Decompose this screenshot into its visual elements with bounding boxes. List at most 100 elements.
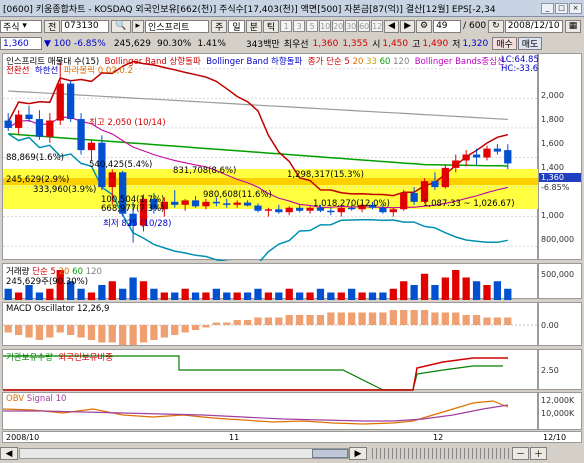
candle-body [46,120,54,137]
scrollbar-thumb[interactable] [312,449,348,458]
candle-body [389,209,397,213]
date-input[interactable]: 2008/12/10 [504,19,563,33]
sell-button[interactable]: 매도 [517,37,543,50]
volume-bar [285,288,293,300]
volume-bar [254,288,262,300]
scroll-left-icon[interactable]: ◀ [0,447,18,460]
window-title: [0600] 키움종합차트 - KOSDAQ 외국인보유[662(천)] 주식수… [3,4,496,15]
refresh-icon[interactable]: ↻ [488,19,504,33]
volume-bar [119,288,127,300]
volume-bar [212,288,221,300]
low-price: 1,320 [462,38,489,49]
code-type-button[interactable]: 전 [44,19,61,33]
macd-bar [316,315,325,325]
volume-bar [306,292,314,300]
stock-name-field[interactable]: 인스프리트 [145,19,210,33]
period-week-button[interactable]: 주 [211,19,228,33]
macd-bar [441,312,449,325]
macd-bar [233,320,241,325]
candle-body [472,154,481,158]
scroll-right-icon[interactable]: ▶ [349,447,367,460]
volume-bar [191,292,200,300]
macd-bar [191,325,200,330]
period-30-button[interactable]: 30 [345,20,358,32]
ask-price: 1,360 [312,38,339,49]
close-button[interactable]: × [569,2,582,14]
candle-body [191,200,200,207]
period-5-button[interactable]: 5 [306,20,319,32]
period-minute-button[interactable]: 분 [245,19,262,33]
axis-tick: 1,000 [541,211,564,220]
period-day-button[interactable]: 일 [228,19,245,33]
zoom-in-icon[interactable]: ▶ [400,19,415,33]
turnover-value: 1.41% [197,38,226,49]
volume-ratio: 90.30% [157,38,192,49]
volume-bar [493,281,502,300]
axis-tick: 12,000K [541,396,575,405]
volume-bar [504,288,512,300]
zoom-plus-icon[interactable]: ＋ [530,447,548,460]
zoom-out-icon[interactable]: ◀ [384,19,400,33]
volume-bar [4,288,12,300]
market-value: 주식 [3,22,20,33]
title-bar: [0600] 키움종합차트 - KOSDAQ 외국인보유[662(천)] 주식수… [0,0,584,17]
candle-body [504,150,512,164]
maximize-button[interactable]: □ [555,2,568,14]
legend-item: 60 [379,57,391,67]
candle-body [327,210,335,213]
obv-panel[interactable]: OBV Signal 10 [2,392,538,430]
minimize-button[interactable]: _ [541,2,554,14]
tool-icon[interactable]: ⚙ [416,19,433,33]
price-change-pct: -6.85% [73,38,106,49]
price-panel[interactable]: 인스프리트 매물대 수(15) Bollinger Band 상향돌파 Boll… [2,53,544,261]
ownership-legend: 기관보유수량 외국인보유비중 [6,351,113,363]
candle-body [285,207,293,213]
period-20-button[interactable]: 20 [332,20,345,32]
legend-item: Signal 10 [26,394,67,404]
period-10-button[interactable]: 10 [319,20,332,32]
open-price: 1,450 [382,38,409,49]
legend-item: 기관보유수량 [6,353,53,363]
axis-tick: 2,000 [541,91,564,100]
macd-bar [77,325,85,338]
macd-panel[interactable]: MACD Oscillator 12,26,9 [2,302,539,346]
market-select[interactable]: 주식 ▾ [0,19,42,33]
zoom-minus-icon[interactable]: － [512,447,530,460]
search-icon[interactable]: 🔍 [111,19,131,33]
stock-code-input[interactable]: 073130 [61,19,110,33]
legend-item: 전환선 [6,66,30,76]
candle-body [462,154,470,161]
buy-button[interactable]: 매수 [492,37,517,50]
macd-bar [14,325,23,335]
count-input[interactable]: 49 [433,19,462,33]
volume-panel[interactable]: 거래량 단순 5 20 60 120 245,629주(90.30%) [2,263,538,300]
obv-chart [3,400,509,425]
period-60-button[interactable]: 60 [358,20,371,32]
macd-bar [56,325,64,333]
scrollbar-track[interactable] [19,448,349,459]
macd-bar [46,325,54,338]
candle-body [410,192,418,202]
volume-bar [327,292,335,300]
candle-body [295,207,304,211]
volume-profile-label: 980,608(11.6%) [203,190,272,200]
macd-bar [472,315,481,325]
period-1-button[interactable]: 1 [280,20,293,32]
calendar-icon[interactable]: ▦ [564,19,582,33]
legend-item: Bollinger Band 하향돌파 [206,57,303,67]
obv-line [3,400,509,425]
low-annotation: 최저 825 (10/28) [103,219,172,229]
stock-nav-icon[interactable]: ▸ [131,19,145,33]
bottom-bar: ◀ ▶ － ＋ [0,446,584,461]
volume-bar [368,292,377,300]
zoom-slider[interactable] [372,448,512,459]
period-tick-button[interactable]: 틱 [262,19,280,33]
ownership-panel[interactable]: 기관보유수량 외국인보유비중 [2,349,538,391]
price-change: ▼ 100 [44,38,71,49]
legend-item: 33 [366,57,377,67]
period-3-button[interactable]: 3 [293,20,306,32]
period-12-button[interactable]: 12 [371,20,384,32]
volume-profile-peak [3,178,539,185]
current-price-marker: 1,360 [539,173,581,182]
date-label: 12 [433,432,444,442]
